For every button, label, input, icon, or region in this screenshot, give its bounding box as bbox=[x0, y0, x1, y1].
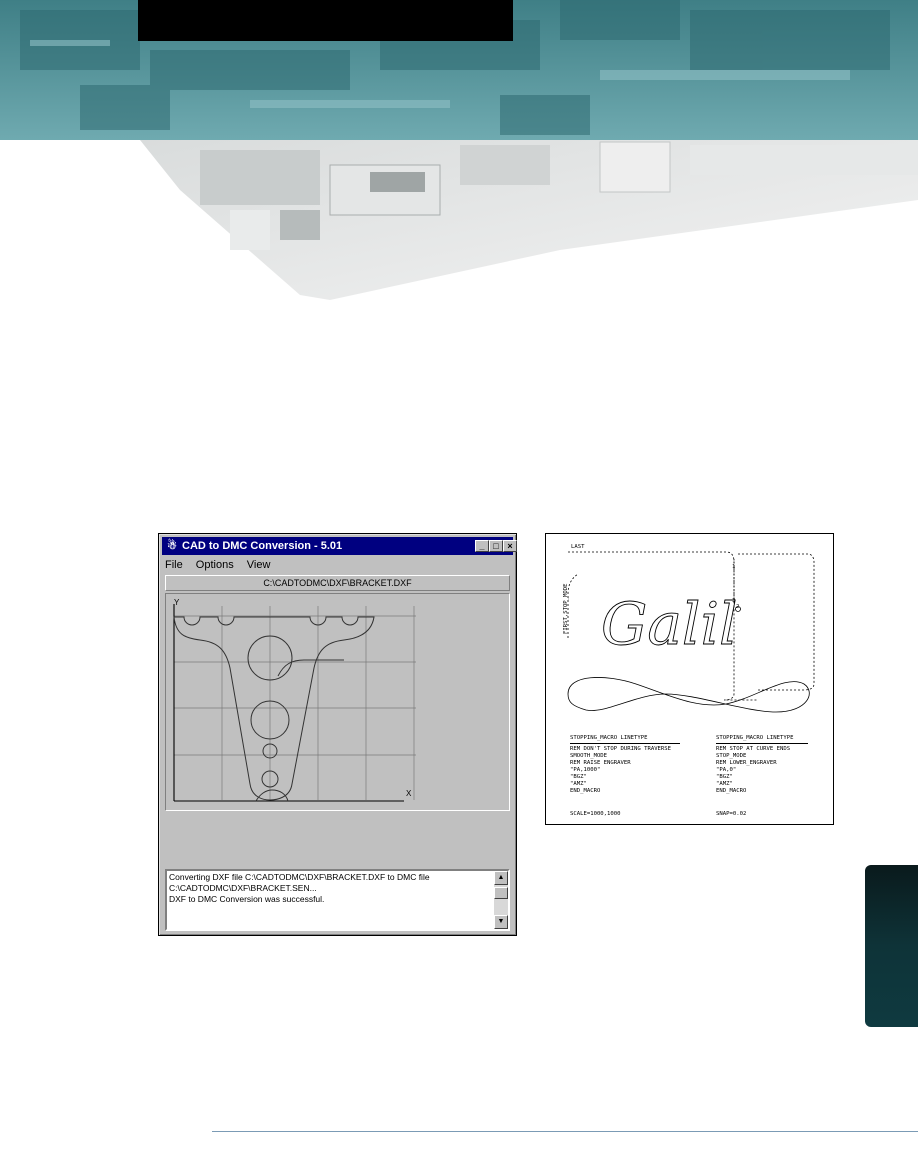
left-block-footer: SCALE=1000,1000 bbox=[570, 811, 621, 817]
scroll-thumb[interactable] bbox=[494, 887, 508, 899]
x-axis-label: X bbox=[406, 789, 412, 798]
right-line-7: END_MACRO bbox=[716, 788, 747, 794]
label-point-1: 1 bbox=[732, 564, 736, 570]
right-line-1: REM STOP AT CURVE ENDS bbox=[716, 746, 791, 752]
scroll-up-arrow-icon[interactable]: ▲ bbox=[494, 871, 508, 885]
log-scrollbar[interactable]: ▲ ▼ bbox=[494, 871, 508, 929]
left-line-6: "AMZ" bbox=[570, 781, 587, 787]
conversion-log[interactable]: Converting DXF file C:\CADTODMC\DXF\BRAC… bbox=[165, 869, 510, 931]
window-title-bar[interactable]: ☃ CAD to DMC Conversion - 5.01 _ □ × bbox=[162, 537, 517, 555]
footer-rule bbox=[212, 1131, 918, 1132]
right-line-2: STOP_MODE bbox=[716, 753, 747, 759]
menu-view[interactable]: View bbox=[247, 559, 271, 571]
left-line-2: SMOOTH_MODE bbox=[570, 753, 608, 759]
y-axis-label: Y bbox=[174, 598, 180, 607]
left-line-4: "PA,1000" bbox=[570, 767, 601, 773]
left-line-7: END_MACRO bbox=[570, 788, 601, 794]
left-line-5: "BGZ" bbox=[570, 774, 587, 780]
left-block-underline bbox=[570, 743, 680, 744]
label-last: LAST bbox=[571, 544, 585, 550]
minimize-button[interactable]: _ bbox=[475, 540, 489, 552]
left-line-1: REM DON'T STOP DURING TRAVERSE bbox=[570, 746, 672, 752]
right-block-underline bbox=[716, 743, 808, 744]
left-block-header: STOPPING_MACRO LINETYPE bbox=[570, 735, 648, 741]
window-title: CAD to DMC Conversion - 5.01 bbox=[182, 540, 343, 552]
menu-bar: File Options View bbox=[165, 557, 280, 573]
menu-options[interactable]: Options bbox=[196, 559, 234, 571]
label-point-2: 2 bbox=[736, 604, 740, 610]
maximize-button[interactable]: □ bbox=[489, 540, 503, 552]
right-line-6: "AMZ" bbox=[716, 781, 733, 787]
right-block-header: STOPPING_MACRO LINETYPE bbox=[716, 735, 794, 741]
close-button[interactable]: × bbox=[503, 540, 517, 552]
header-black-bar bbox=[138, 0, 513, 41]
log-line-3: DXF to DMC Conversion was successful. bbox=[169, 894, 325, 904]
right-block-footer: SNAP=0.02 bbox=[716, 811, 747, 817]
section-side-tab bbox=[865, 865, 918, 1027]
cad-to-dmc-window: ☃ CAD to DMC Conversion - 5.01 _ □ × Fil… bbox=[158, 533, 517, 936]
engraving-toolpath-figure: Galil LAST FIRST,STOP_MODE 1 2 3 STOPPIN… bbox=[545, 533, 834, 825]
left-line-3: REM RAISE ENGRAVER bbox=[570, 760, 631, 766]
header-banner-image bbox=[0, 0, 918, 310]
label-first-stop-mode: FIRST,STOP_MODE bbox=[563, 583, 569, 634]
galil-script-text: Galil bbox=[601, 590, 738, 658]
right-line-4: "PA,0" bbox=[716, 767, 737, 773]
right-line-5: "BGZ" bbox=[716, 774, 733, 780]
app-icon: ☃ bbox=[167, 540, 177, 552]
file-path-display: C:\CADTODMC\DXF\BRACKET.DXF bbox=[165, 575, 510, 591]
label-point-3: 3 bbox=[732, 598, 736, 604]
drawing-canvas[interactable]: Y X bbox=[165, 593, 510, 811]
log-line-1: Converting DXF file C:\CADTODMC\DXF\BRAC… bbox=[169, 872, 430, 882]
scroll-down-arrow-icon[interactable]: ▼ bbox=[494, 915, 508, 929]
log-line-2: C:\CADTODMC\DXF\BRACKET.SEN... bbox=[169, 883, 317, 893]
menu-file[interactable]: File bbox=[165, 559, 183, 571]
right-line-3: REM LOWER_ENGRAVER bbox=[716, 760, 777, 766]
